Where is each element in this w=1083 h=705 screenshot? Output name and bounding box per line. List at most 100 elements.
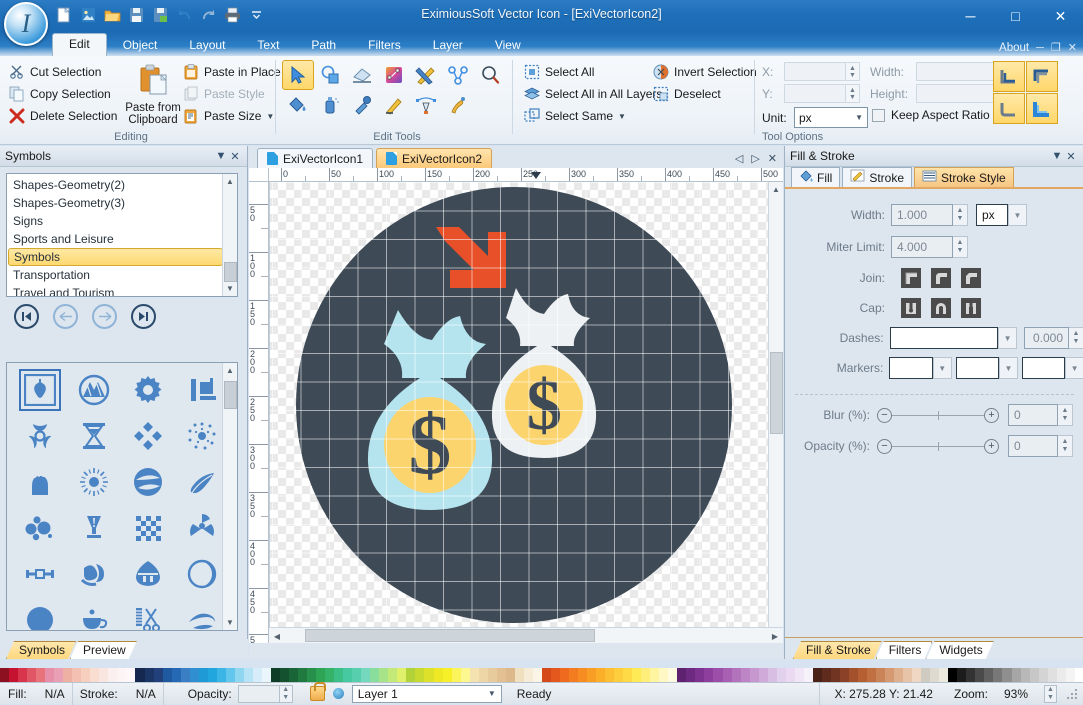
square-cap-button[interactable] [961,298,981,318]
category-item-symbols[interactable]: Symbols [8,248,223,266]
butt-cap-button[interactable] [901,298,921,318]
palette-swatch[interactable] [343,668,353,682]
open-folder-icon[interactable] [102,5,122,25]
palette-swatch[interactable] [803,668,813,682]
keep-aspect-ratio-checkbox[interactable] [872,108,885,122]
palette-swatch[interactable] [812,668,822,682]
symbol-coffee-cup-symbol[interactable] [67,597,121,630]
layer-select[interactable]: Layer 1 ▼ [351,684,502,703]
symbol-crescent-circle-symbol[interactable] [175,551,229,597]
dash-offset-stepper[interactable]: 0.000 ▲ ▼ [1024,327,1083,349]
palette-swatch[interactable] [415,668,425,682]
palette-swatch[interactable] [460,668,470,682]
palette-swatch[interactable] [785,668,795,682]
palette-swatch[interactable] [695,668,705,682]
panel-close-button[interactable]: ✕ [1064,150,1078,163]
symbol-checkerboard-symbol[interactable] [121,505,175,551]
palette-swatch[interactable] [523,668,533,682]
symbol-shield-badge-symbol[interactable] [121,551,175,597]
symbol-dotted-burst-symbol[interactable] [175,413,229,459]
palette-swatch[interactable] [677,668,687,682]
palette-swatch[interactable] [261,668,271,682]
zoom-tool[interactable] [474,60,506,90]
palette-swatch[interactable] [487,668,497,682]
tab-preview[interactable]: Preview [70,641,137,659]
ribbon-tab-layout[interactable]: Layout [173,34,241,56]
align-top-left-button[interactable] [993,61,1025,92]
canvas-horizontal-scrollbar[interactable]: ◀ ▶ [269,627,783,643]
stroke-width-unit-dropdown[interactable]: ▼ [1008,204,1027,226]
stroke-width-value[interactable]: 1.000 [891,204,953,226]
ribbon-tab-edit[interactable]: Edit [52,33,107,56]
blur-spin-arrows[interactable]: ▲ ▼ [1058,404,1073,426]
scroll-down-arrow-icon[interactable]: ▼ [223,615,237,630]
blur-stepper[interactable]: 0 ▲ ▼ [1008,404,1073,426]
palette-swatch[interactable] [189,668,199,682]
palette-swatch[interactable] [541,668,551,682]
round-cap-button[interactable] [931,298,951,318]
palette-swatch[interactable] [379,668,389,682]
opacity-increase-button[interactable]: + [984,438,999,454]
miter-limit-stepper[interactable]: 4.000 ▲ ▼ [891,236,968,258]
new-document-icon[interactable] [54,5,74,25]
palette-swatch[interactable] [668,668,678,682]
save-as-icon[interactable] [150,5,170,25]
symbol-exclamation-trophy-symbol[interactable] [67,505,121,551]
palette-swatch[interactable] [90,668,100,682]
delete-selection-button[interactable]: Delete Selection [6,105,117,127]
palette-swatch[interactable] [578,668,588,682]
palette-swatch[interactable] [957,668,967,682]
align-bottom-right-button[interactable] [1026,93,1058,124]
palette-swatch[interactable] [325,668,335,682]
minimize-button[interactable]: ─ [948,0,993,32]
tab-widgets[interactable]: Widgets [926,641,993,659]
panel-collapse-button[interactable]: ▼ [1050,150,1064,162]
marker-end-dropdown[interactable]: ▼ [1065,357,1083,379]
palette-swatch[interactable] [388,668,398,682]
palette-swatch[interactable] [930,668,940,682]
tab-fill[interactable]: Fill [791,167,841,187]
category-item-transportation[interactable]: Transportation [8,266,223,284]
pencil-tool[interactable] [378,90,410,120]
palette-swatch[interactable] [704,668,714,682]
bevel-join-button[interactable] [961,268,981,288]
palette-swatch[interactable] [514,668,524,682]
symbol-leaf-circle-symbol[interactable] [121,459,175,505]
palette-swatch[interactable] [352,668,362,682]
connector-tool[interactable] [442,60,474,90]
palette-swatch[interactable] [1029,668,1039,682]
opacity-stepper[interactable]: 0 ▲ ▼ [1008,435,1073,457]
blur-value[interactable]: 0 [1008,404,1058,426]
marker-end-value[interactable] [1021,357,1066,379]
width-input[interactable] [916,62,998,81]
tab-prev-button[interactable]: ◁ [735,152,743,165]
palette-swatch[interactable] [279,668,289,682]
zoom-stepper[interactable]: ▲ ▼ [1044,684,1057,703]
palette-swatch[interactable] [939,668,949,682]
category-item-sports-and-leisure[interactable]: Sports and Leisure [8,230,223,248]
symbol-yin-lungs-symbol[interactable] [13,367,67,413]
align-top-right-button[interactable] [1026,61,1058,92]
ribbon-tab-text[interactable]: Text [241,34,295,56]
new-from-image-icon[interactable] [78,5,98,25]
palette-swatch[interactable] [876,668,886,682]
print-icon[interactable] [222,5,242,25]
palette-swatch[interactable] [135,668,145,682]
eyedropper-tool[interactable] [346,90,378,120]
scroll-up-arrow-icon[interactable]: ▲ [223,174,237,189]
opacity-spin-arrows[interactable]: ▲ ▼ [1058,435,1073,457]
symbol-dumbbell-symbol[interactable] [13,551,67,597]
y-stepper[interactable]: ▲ ▼ [784,84,860,103]
blur-slider[interactable]: − + [877,407,999,423]
opacity-decrease-button[interactable]: − [877,438,892,454]
palette-swatch[interactable] [0,668,10,682]
palette-swatch[interactable] [108,668,118,682]
save-icon[interactable] [126,5,146,25]
palette-swatch[interactable] [72,668,82,682]
select-same-button[interactable]: Select Same ▼ [521,105,665,127]
resize-grip-icon[interactable] [1065,687,1079,701]
next-page-button[interactable] [92,304,117,329]
vertical-ruler[interactable]: 50 100 150 200 250 300 350 400 450 50 [249,182,269,643]
marker-start-dropdown[interactable]: ▼ [932,357,952,379]
zoom-arrows[interactable]: ▲ ▼ [1044,684,1057,703]
